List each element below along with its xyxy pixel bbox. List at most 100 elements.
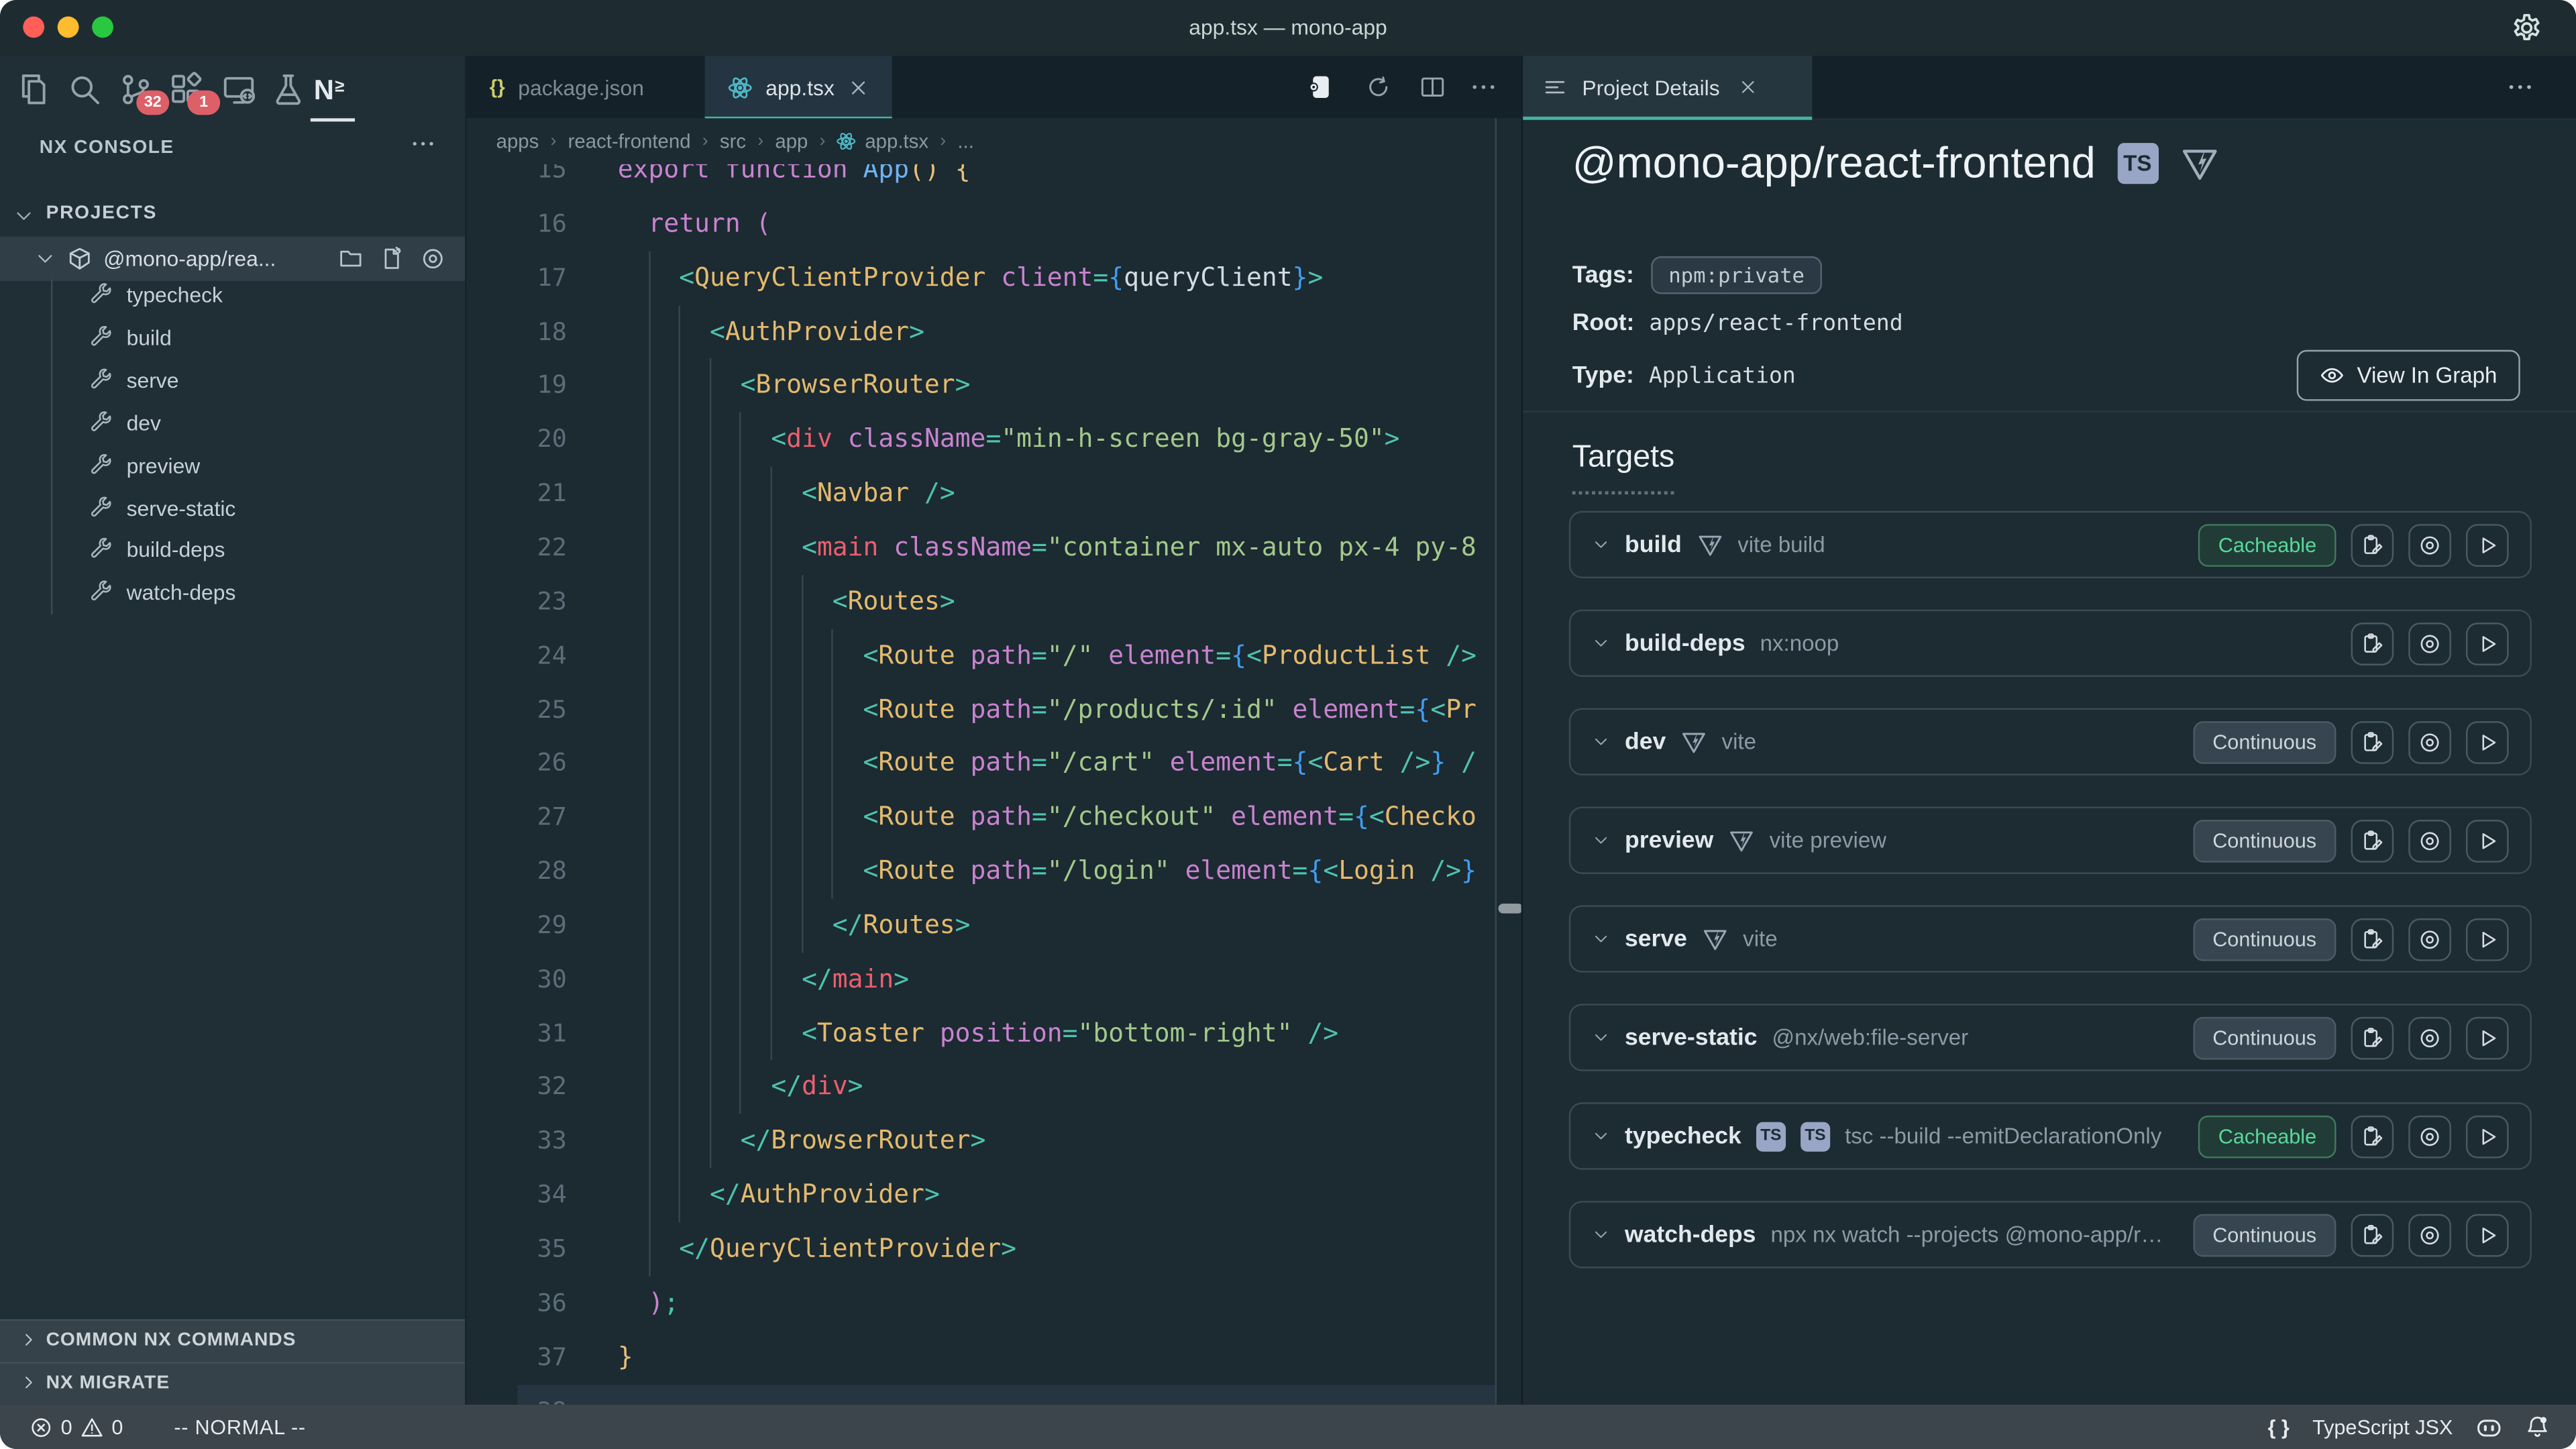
sidebar-target-build[interactable]: build	[0, 317, 465, 360]
type-label: Type:	[1572, 363, 1634, 389]
errors-icon[interactable]	[30, 1415, 52, 1438]
sidebar-target-preview[interactable]: preview	[0, 445, 465, 488]
project-label: @mono-app/rea...	[103, 246, 276, 271]
sidebar-more-icon[interactable]	[411, 131, 435, 156]
close-tab-icon[interactable]	[847, 76, 869, 98]
target-row-serve[interactable]: serveviteContinuous	[1569, 905, 2532, 972]
target-row-dev[interactable]: devviteContinuous	[1569, 708, 2532, 775]
sidebar-target-watch-deps[interactable]: watch-deps	[0, 572, 465, 615]
tab-app-tsx[interactable]: app.tsx	[705, 56, 892, 118]
view-in-graph-icon[interactable]	[2408, 1115, 2451, 1158]
nx-console-icon[interactable]: N≥	[314, 72, 348, 107]
target-row-build-deps[interactable]: build-depsnx:noop	[1569, 610, 2532, 677]
react-icon	[837, 131, 857, 151]
code-view[interactable]: 15export function App() {16 return (17 <…	[467, 164, 1495, 1405]
breadcrumb[interactable]: apps›react-frontend›src›app›app.tsx›...	[467, 118, 1521, 164]
extensions-badge: 1	[187, 91, 220, 115]
testing-icon[interactable]	[271, 72, 305, 107]
view-in-graph-icon[interactable]	[2408, 1016, 2451, 1059]
project-details-panel: Project Details @mono-app/react-frontend…	[1521, 56, 2576, 1405]
chevron-down-icon	[1592, 1028, 1610, 1046]
breadcrumb-item[interactable]: app.tsx	[837, 129, 928, 152]
target-row-typecheck[interactable]: typecheckTSTStsc --build --emitDeclarati…	[1569, 1102, 2532, 1169]
typescript-badge-icon: TS	[2117, 143, 2158, 184]
sidebar-target-dev[interactable]: dev	[0, 402, 465, 445]
copy-task-icon[interactable]	[2351, 1115, 2394, 1158]
explorer-icon[interactable]	[16, 72, 50, 107]
remote-explorer-icon[interactable]	[222, 72, 256, 107]
run-target-icon[interactable]	[2466, 720, 2509, 763]
language-mode[interactable]: TypeScript JSX	[2312, 1415, 2453, 1438]
target-row-build[interactable]: buildvite buildCacheable	[1569, 511, 2532, 578]
run-target-icon[interactable]	[2466, 1115, 2509, 1158]
json-braces-icon: {}	[490, 76, 505, 99]
sidebar-target-serve-static[interactable]: serve-static	[0, 487, 465, 530]
run-target-icon[interactable]	[2466, 918, 2509, 961]
tab-project-details[interactable]: Project Details	[1523, 56, 1812, 118]
copy-task-icon[interactable]	[2351, 622, 2394, 665]
breadcrumb-item[interactable]: ...	[957, 129, 974, 152]
warnings-count[interactable]: 0	[111, 1415, 123, 1438]
view-in-graph-icon[interactable]	[2408, 1214, 2451, 1256]
projects-section-header[interactable]: PROJECTS	[0, 194, 465, 237]
root-value: apps/react-frontend	[1649, 311, 1902, 337]
panel-more-icon[interactable]	[2507, 74, 2533, 100]
search-icon[interactable]	[67, 72, 101, 107]
code-line-32: 32 </div>	[467, 1061, 1495, 1115]
breadcrumb-item[interactable]: src	[720, 129, 746, 152]
breadcrumb-item[interactable]: apps	[496, 129, 539, 152]
react-icon	[728, 74, 753, 99]
view-in-graph-icon[interactable]	[2408, 918, 2451, 961]
copy-task-icon[interactable]	[2351, 720, 2394, 763]
split-editor-icon[interactable]	[1419, 74, 1446, 100]
bell-icon[interactable]	[2525, 1415, 2550, 1440]
open-folder-icon[interactable]	[338, 246, 363, 271]
sidebar-target-serve[interactable]: serve	[0, 360, 465, 402]
run-target-icon[interactable]	[2466, 622, 2509, 665]
copilot-icon[interactable]	[2476, 1413, 2502, 1440]
view-in-graph-icon[interactable]	[2408, 720, 2451, 763]
close-icon[interactable]	[1738, 77, 1758, 97]
section-nx-migrate[interactable]: NX MIGRATE	[0, 1362, 465, 1405]
view-in-graph-button[interactable]: View In Graph	[2296, 350, 2520, 401]
warnings-icon[interactable]	[80, 1415, 103, 1438]
refresh-icon[interactable]	[1365, 74, 1391, 100]
open-project-settings-icon[interactable]	[1306, 74, 1332, 100]
target-row-preview[interactable]: previewvite previewContinuous	[1569, 806, 2532, 873]
copy-task-icon[interactable]	[2351, 819, 2394, 862]
settings-gear-icon[interactable]	[2510, 11, 2543, 44]
view-in-graph-icon[interactable]	[2408, 523, 2451, 566]
breadcrumb-item[interactable]: app	[775, 129, 808, 152]
code-line-36: 36 );	[467, 1276, 1495, 1330]
sidebar-target-build-deps[interactable]: build-deps	[0, 530, 465, 573]
view-in-graph-icon[interactable]	[2408, 819, 2451, 862]
breadcrumb-item[interactable]: react-frontend	[568, 129, 691, 152]
focus-target-icon[interactable]	[421, 246, 445, 271]
copy-task-icon[interactable]	[2351, 1214, 2394, 1256]
code-line-20: 20 <div className="min-h-screen bg-gray-…	[467, 413, 1495, 467]
run-target-icon[interactable]	[2466, 819, 2509, 862]
run-target-icon[interactable]	[2466, 523, 2509, 566]
scrollbar-thumb[interactable]	[1498, 904, 1521, 914]
copy-task-icon[interactable]	[2351, 523, 2394, 566]
type-value: Application	[1649, 363, 1796, 389]
run-target-icon[interactable]	[2466, 1016, 2509, 1059]
project-config-icon[interactable]	[380, 246, 405, 271]
errors-count[interactable]: 0	[61, 1415, 72, 1438]
window-title: app.tsx — mono-app	[0, 0, 2576, 56]
editor-area: {}package.json app.tsx apps›react-fronten…	[467, 56, 1521, 1405]
vite-icon	[2180, 144, 2219, 183]
chevron-down-icon	[1592, 930, 1610, 948]
view-in-graph-icon[interactable]	[2408, 622, 2451, 665]
run-target-icon[interactable]	[2466, 1214, 2509, 1256]
copy-task-icon[interactable]	[2351, 918, 2394, 961]
section-common-nx-commands[interactable]: COMMON NX COMMANDS	[0, 1320, 465, 1362]
tab-package-json[interactable]: {}package.json	[467, 56, 667, 118]
sidebar-target-typecheck[interactable]: typecheck	[0, 274, 465, 317]
code-line-23: 23 <Routes>	[467, 575, 1495, 629]
target-row-watch-deps[interactable]: watch-depsnpx nx watch --projects @mono-…	[1569, 1201, 2532, 1268]
copy-task-icon[interactable]	[2351, 1016, 2394, 1059]
more-actions-icon[interactable]	[1470, 74, 1497, 100]
target-row-serve-static[interactable]: serve-static@nx/web:file-serverContinuou…	[1569, 1004, 2532, 1071]
chevron-down-icon	[1592, 1127, 1610, 1145]
